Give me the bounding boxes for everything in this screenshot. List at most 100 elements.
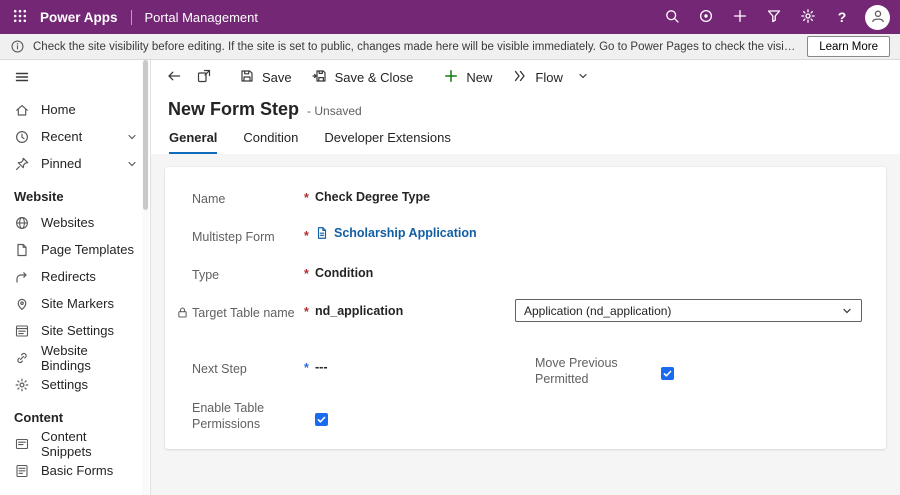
back-arrow-icon [166, 68, 182, 87]
compass-icon [698, 8, 714, 27]
filter-button[interactable] [757, 0, 791, 34]
lookup-record-icon [315, 226, 329, 240]
new-button[interactable]: New [433, 62, 502, 92]
command-bar: Save Save & Close New Flow [151, 60, 900, 94]
home-icon [14, 102, 30, 118]
compass-button[interactable] [689, 0, 723, 34]
lookup-value: Scholarship Application [334, 226, 477, 240]
name-field-label: Name [192, 192, 226, 206]
sidebar-item-label: Pinned [41, 156, 82, 171]
sidebar-item-page-templates[interactable]: Page Templates [0, 236, 150, 263]
collapse-sitemap-button[interactable] [0, 60, 150, 96]
sidebar-item-pinned[interactable]: Pinned [0, 150, 150, 177]
sidebar-item-label: Site Markers [41, 296, 114, 311]
required-marker: * [304, 361, 309, 375]
required-marker: * [304, 191, 309, 205]
main-area: Save Save & Close New Flow New Form Step… [151, 60, 900, 495]
snippet-icon [14, 436, 30, 452]
pin-icon [14, 156, 30, 172]
move-previous-permitted-checkbox[interactable] [661, 367, 674, 380]
tab-general[interactable]: General [169, 130, 218, 154]
required-marker: * [304, 305, 309, 319]
sidebar-item-label: Settings [41, 377, 88, 392]
back-button[interactable] [159, 62, 189, 92]
save-and-close-button[interactable]: Save & Close [302, 62, 424, 92]
account-avatar[interactable] [865, 4, 890, 30]
required-marker: * [304, 267, 309, 281]
page-title: New Form Step [168, 98, 300, 119]
sidebar-item-content-snippets[interactable]: Content Snippets [0, 428, 150, 459]
link-icon [14, 350, 30, 366]
flow-dropdown-button[interactable] [573, 62, 593, 92]
chevron-down-icon [577, 70, 589, 85]
waffle-menu-button[interactable] [0, 0, 40, 34]
plus-icon [732, 8, 748, 27]
name-field-value[interactable]: Check Degree Type [315, 190, 430, 204]
general-section-card: Name * Check Degree Type Multistep Form … [165, 167, 886, 449]
new-plus-icon [443, 68, 459, 87]
popout-button[interactable] [189, 62, 219, 92]
checkmark-icon [662, 368, 673, 379]
sidebar-section-content: Content [14, 410, 64, 425]
sidebar-item-label: Redirects [41, 269, 96, 284]
globe-icon [14, 215, 30, 231]
sidebar-item-websites[interactable]: Websites [0, 209, 150, 236]
multistep-form-lookup-link[interactable]: Scholarship Application [315, 226, 477, 240]
sidebar-item-label: Recent [41, 129, 83, 144]
new-label: New [466, 69, 493, 85]
sidebar-scrollbar[interactable] [142, 60, 149, 495]
sidebar-item-redirects[interactable]: Redirects [0, 263, 150, 290]
next-step-field-value[interactable]: --- [315, 360, 328, 374]
enable-table-permissions-checkbox[interactable] [315, 413, 328, 426]
type-field-value[interactable]: Condition [315, 266, 373, 280]
redirect-arrow-icon [14, 269, 30, 285]
lock-icon [176, 306, 189, 319]
sidebar-item-recent[interactable]: Recent [0, 123, 150, 150]
tab-developer-extensions[interactable]: Developer Extensions [324, 130, 450, 154]
chevron-down-icon [841, 305, 853, 317]
header-actions: ? [655, 0, 892, 34]
banner-message: Check the site visibility before editing… [33, 40, 800, 53]
quick-create-button[interactable] [723, 0, 757, 34]
tab-condition[interactable]: Condition [243, 130, 298, 154]
target-table-field-label: Target Table name [192, 306, 295, 320]
sidebar-item-label: Content Snippets [41, 428, 92, 459]
chevron-down-icon [126, 158, 138, 170]
sidebar-item-website-bindings[interactable]: Website Bindings [0, 343, 150, 373]
sidebar-item-site-settings[interactable]: Site Settings [0, 317, 150, 344]
help-button[interactable]: ? [825, 0, 859, 34]
learn-more-button[interactable]: Learn More [807, 36, 890, 57]
save-button[interactable]: Save [229, 62, 302, 92]
sidebar-item-site-markers[interactable]: Site Markers [0, 290, 150, 317]
funnel-icon [766, 8, 782, 27]
form-tabs: General Condition Developer Extensions [151, 124, 900, 154]
search-button[interactable] [655, 0, 689, 34]
breadcrumb[interactable]: Portal Management [145, 10, 258, 25]
person-icon [870, 8, 886, 27]
gear-icon [800, 8, 816, 27]
checkmark-icon [316, 414, 327, 425]
save-and-close-icon [312, 68, 328, 87]
sidebar-item-basic-forms[interactable]: Basic Forms [0, 457, 150, 484]
waffle-icon [12, 8, 28, 27]
target-table-dropdown[interactable]: Application (nd_application) [515, 299, 862, 322]
header-divider [130, 9, 132, 25]
app-name[interactable]: Power Apps [40, 10, 118, 25]
app-header: Power Apps Portal Management ? [0, 0, 900, 34]
sidebar-item-label: Home [41, 102, 76, 117]
sitemap-sidebar: Home Recent Pinned Website Websites Page… [0, 60, 151, 495]
target-table-field-value[interactable]: nd_application [315, 304, 403, 318]
sidebar-item-label: Page Templates [41, 242, 134, 257]
sidebar-section-website: Website [14, 189, 64, 204]
flow-button[interactable]: Flow [502, 62, 572, 92]
settings-button[interactable] [791, 0, 825, 34]
gear-icon [14, 377, 30, 393]
save-and-close-label: Save & Close [334, 69, 414, 85]
sidebar-item-home[interactable]: Home [0, 96, 150, 123]
sidebar-item-settings[interactable]: Settings [0, 371, 150, 398]
power-apps-window: Power Apps Portal Management ? Check the… [0, 0, 900, 495]
search-icon [664, 8, 680, 27]
sidebar-scrollbar-thumb[interactable] [143, 60, 148, 210]
page-icon [14, 242, 30, 258]
next-step-field-label: Next Step [192, 362, 247, 376]
